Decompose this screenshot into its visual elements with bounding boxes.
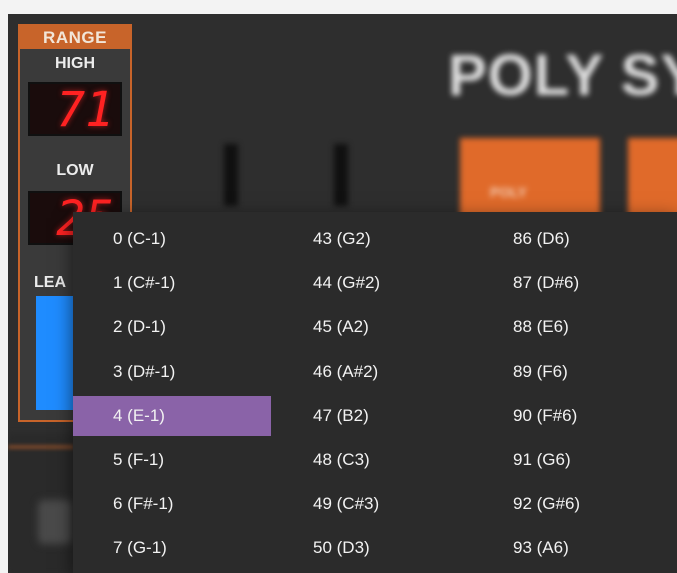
range-title: RANGE [20,26,130,49]
menu-item-note[interactable]: 92 (G#6) [473,484,677,524]
lead-label: LEA [34,274,66,291]
menu-item-note[interactable]: 50 (D3) [273,528,473,568]
menu-item-note[interactable]: 6 (F#-1) [73,484,271,524]
menu-item-note[interactable]: 43 (G2) [273,219,473,259]
high-label: HIGH [55,55,95,72]
menu-item-note[interactable]: 7 (G-1) [73,528,271,568]
low-label: LOW [56,162,94,179]
knob[interactable] [38,500,72,544]
menu-item-note[interactable]: 49 (C#3) [273,484,473,524]
menu-item-note[interactable]: 48 (C3) [273,440,473,480]
menu-item-note[interactable]: 3 (D#-1) [73,352,271,392]
menu-item-note[interactable]: 0 (C-1) [73,219,271,259]
menu-item-note[interactable]: 45 (A2) [273,307,473,347]
menu-item-note[interactable]: 46 (A#2) [273,352,473,392]
note-dropdown-menu: 0 (C-1) 1 (C#-1) 2 (D-1) 3 (D#-1) 4 (E-1) 5 (… [73,212,677,573]
menu-item-note[interactable]: 5 (F-1) [73,440,271,480]
slider[interactable] [224,144,238,206]
synth-title: POLY SYN [448,43,677,108]
divider [8,446,74,448]
menu-item-note[interactable]: 91 (G6) [473,440,677,480]
lead-button[interactable] [36,296,76,410]
menu-item-note[interactable]: 90 (F#6) [473,396,677,436]
mode-button[interactable] [628,138,677,218]
poly-button[interactable] [460,138,600,218]
menu-item-note[interactable]: 88 (E6) [473,307,677,347]
slider[interactable] [334,144,348,206]
menu-item-note[interactable]: 4 (E-1) [73,396,271,436]
menu-item-note[interactable]: 93 (A6) [473,528,677,568]
menu-item-note[interactable]: 44 (G#2) [273,263,473,303]
menu-item-note[interactable]: 1 (C#-1) [73,263,271,303]
menu-item-note[interactable]: 2 (D-1) [73,307,271,347]
menu-item-note[interactable]: 47 (B2) [273,396,473,436]
menu-item-note[interactable]: 86 (D6) [473,219,677,259]
menu-item-note[interactable]: 87 (D#6) [473,263,677,303]
poly-button-label: POLY [490,184,527,200]
menu-item-note[interactable]: 89 (F6) [473,352,677,392]
high-display[interactable]: 71 [28,82,122,136]
